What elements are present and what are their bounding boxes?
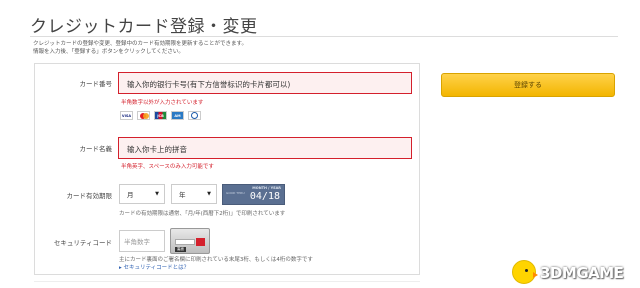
card-number-label: カード番号 <box>79 80 113 88</box>
expiry-image-header: MONTH / YEAR <box>252 186 281 190</box>
security-code-label: セキュリティコード <box>53 239 112 247</box>
page-title: クレジットカード登録・変更 <box>30 17 258 37</box>
security-code-help-link[interactable]: ▸ セキュリティコードとは？ <box>119 263 189 271</box>
diners-icon <box>188 111 201 120</box>
expiry-image-goodthru: GOOD THRU <box>226 191 245 195</box>
page-description: クレジットカードの登録や変更、登録中のカード有効期限を更新することができます。 <box>33 41 247 47</box>
chick-mascot-icon <box>512 260 538 284</box>
form-bottom-divider <box>34 281 420 282</box>
visa-icon: VISA <box>120 111 133 120</box>
expiry-month-select[interactable]: 月 ▼ <box>119 184 165 204</box>
expiry-hint: カードの有効期限は通常、「月/年(西暦下2桁)」で印刷されています <box>119 211 286 217</box>
expiry-year-select[interactable]: 年 ▼ <box>171 184 217 204</box>
card-name-label: カード名義 <box>79 145 113 153</box>
chevron-down-icon: ▼ <box>155 191 159 197</box>
expiry-example-image: MONTH / YEAR GOOD THRU 04/18 <box>222 184 285 205</box>
expiry-month-value: 月 <box>127 191 134 199</box>
mastercard-icon <box>137 111 150 120</box>
card-back-label: 裏面 <box>175 247 186 252</box>
watermark-text: 3DMGAME <box>540 264 624 282</box>
card-number-input[interactable]: 输入你的银行卡号(有下方信誉标识的卡片都可以) <box>118 72 412 94</box>
card-name-input[interactable]: 输入你卡上的拼音 <box>118 137 412 159</box>
security-code-input[interactable]: 半角数字 <box>119 230 165 252</box>
expiry-year-value: 年 <box>179 191 186 199</box>
security-code-hint: 主にカード裏面のご署名欄に印刷されている末尾3桁、もしくは4桁の数字です <box>119 257 313 263</box>
amex-icon: AM <box>171 111 184 120</box>
chevron-down-icon: ▼ <box>207 191 211 197</box>
card-back-image: 裏面 <box>170 228 210 254</box>
card-number-error: 半角数字以外が入力されています <box>121 100 204 106</box>
submit-button[interactable]: 登録する <box>441 73 615 97</box>
card-name-error: 半角英字、スペースのみ入力可能です <box>121 164 214 170</box>
watermark: 3DMGAME <box>512 258 640 288</box>
title-divider <box>30 36 618 37</box>
page-description-2: 情報を入力後、「登録する」ボタンをクリックしてください。 <box>33 49 184 55</box>
expiry-image-date: 04/18 <box>249 191 280 202</box>
expiry-label: カード有効期限 <box>66 192 113 200</box>
jcb-icon: JCB <box>154 111 167 120</box>
